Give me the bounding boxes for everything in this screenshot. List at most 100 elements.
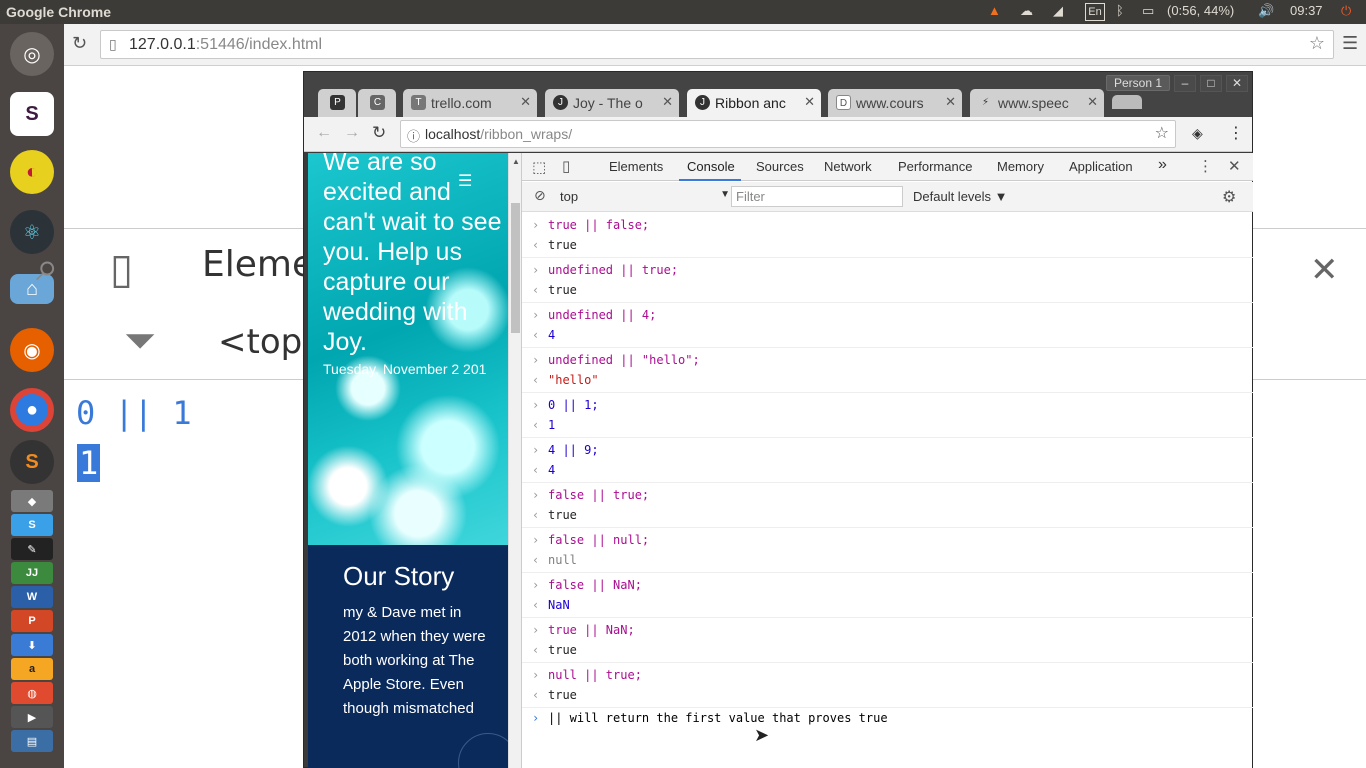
- tab-close-icon[interactable]: ✕: [520, 94, 531, 110]
- app-icon-1[interactable]: ◆: [11, 490, 53, 512]
- app-icon-7[interactable]: ◍: [11, 682, 53, 704]
- reload-icon[interactable]: ↻: [372, 123, 386, 143]
- download-icon[interactable]: ⬇: [11, 634, 53, 656]
- story-section: Our Story my & Dave met in 2012 when the…: [308, 545, 508, 768]
- console-settings-gear-icon[interactable]: ⚙: [1222, 187, 1236, 207]
- back-icon[interactable]: ←: [316, 124, 332, 142]
- tab-speed[interactable]: ⚡ www.speec ✕: [970, 89, 1104, 117]
- devtools-menu-icon[interactable]: ⋮: [1198, 157, 1213, 175]
- console-entry: › undefined || "hello"; ‹ "hello": [522, 348, 1253, 393]
- amazon-icon[interactable]: a: [11, 658, 53, 680]
- reload-icon[interactable]: ↻: [72, 33, 87, 54]
- tab-label: Joy - The o: [573, 95, 643, 111]
- app-icon-9[interactable]: ▤: [11, 730, 53, 752]
- wifi-icon[interactable]: ◢: [1053, 3, 1063, 19]
- console-prompt[interactable]: › || will return the first value that pro…: [522, 708, 1253, 728]
- console-input-text: false || null;: [548, 533, 650, 547]
- context-selector[interactable]: top ▼: [560, 187, 730, 207]
- firefox-icon[interactable]: ◉: [10, 328, 54, 372]
- tab-favicon: ⚡: [981, 97, 990, 108]
- slack-icon[interactable]: S: [10, 92, 54, 136]
- app-icon-3[interactable]: ✎: [11, 538, 53, 560]
- chrome-icon[interactable]: ●: [10, 388, 54, 432]
- console-output-text: true: [548, 283, 577, 297]
- tab-memory[interactable]: Memory: [997, 159, 1044, 174]
- more-tabs-button[interactable]: »: [1158, 156, 1167, 174]
- evernote-extension-icon[interactable]: ◈: [1192, 125, 1203, 142]
- hamburger-menu-icon[interactable]: ☰: [458, 171, 472, 191]
- maximize-button[interactable]: □: [1200, 75, 1222, 92]
- tab-trello[interactable]: Ttrello.com ✕: [403, 89, 537, 117]
- profile-badge[interactable]: Person 1: [1106, 75, 1170, 91]
- app-icon-4[interactable]: JJ: [11, 562, 53, 584]
- tab-application[interactable]: Application: [1069, 159, 1133, 174]
- tab-label: trello.com: [431, 95, 492, 111]
- console-input-text: undefined || true;: [548, 263, 679, 277]
- info-icon[interactable]: ⓘ: [407, 126, 420, 145]
- app-icon-8[interactable]: ▶: [11, 706, 53, 728]
- tab-label: Ribbon anc: [715, 95, 786, 111]
- inspect-element-icon[interactable]: ⬚: [532, 158, 546, 176]
- cloud-icon[interactable]: ☁: [1020, 3, 1033, 19]
- tab-network[interactable]: Network: [824, 159, 872, 174]
- console-output-line: ‹ NaN: [522, 595, 1253, 615]
- bluetooth-icon[interactable]: ᛒ: [1116, 3, 1124, 18]
- bookmark-star-icon[interactable]: ☆: [1309, 33, 1325, 54]
- tab-sources[interactable]: Sources: [756, 159, 804, 174]
- tab-performance[interactable]: Performance: [898, 159, 972, 174]
- tab-close-icon[interactable]: ✕: [1087, 94, 1098, 110]
- app-icon-5[interactable]: W: [11, 586, 53, 608]
- ubuntu-dash-icon[interactable]: ◎: [10, 32, 54, 76]
- clear-console-icon[interactable]: ⊘: [534, 187, 546, 204]
- address-bar[interactable]: ⓘ localhost/ribbon_wraps/ ☆: [400, 120, 1176, 148]
- console-filter-input[interactable]: Filter: [731, 186, 903, 207]
- console-entry: › 0 || 1; ‹ 1: [522, 393, 1253, 438]
- tab-label: www.cours: [856, 95, 924, 111]
- keyboard-layout-indicator[interactable]: En: [1085, 3, 1105, 21]
- new-tab-button[interactable]: [1112, 95, 1142, 109]
- device-toolbar-icon[interactable]: ▯: [562, 157, 570, 175]
- vlc-icon[interactable]: ▲: [988, 3, 1001, 18]
- bg-address-bar[interactable]: ▯ 127.0.0.1:51446/index.html ☆: [100, 30, 1334, 59]
- minimize-button[interactable]: –: [1174, 75, 1196, 92]
- power-icon[interactable]: ⏻: [1341, 3, 1351, 19]
- scroll-up-arrow-icon[interactable]: ▲: [512, 157, 520, 166]
- window-close-button[interactable]: ✕: [1226, 75, 1248, 92]
- log-levels-dropdown[interactable]: Default levels ▼: [913, 189, 1008, 204]
- tab-c[interactable]: C: [358, 89, 396, 117]
- tab-close-icon[interactable]: ✕: [662, 94, 673, 110]
- hero-image: We are so excited and can't wait to see …: [308, 153, 508, 545]
- battery-status[interactable]: (0:56, 44%): [1167, 3, 1234, 18]
- page-scrollbar[interactable]: ▲: [508, 153, 521, 768]
- console-entry: › false || null; ‹ null: [522, 528, 1253, 573]
- bookmark-star-icon[interactable]: ☆: [1155, 123, 1169, 143]
- app-icon-2[interactable]: S: [11, 514, 53, 536]
- console-input-text: true || false;: [548, 218, 650, 232]
- tab-ribbon[interactable]: J Ribbon anc ✕: [687, 89, 821, 117]
- tab-joy[interactable]: J Joy - The o ✕: [545, 89, 679, 117]
- tab-pinterest[interactable]: P: [318, 89, 356, 117]
- output-chevron-icon: ‹: [532, 643, 540, 657]
- forward-icon[interactable]: →: [344, 124, 360, 142]
- tab-elements[interactable]: Elements: [609, 159, 663, 174]
- tab-close-icon[interactable]: ✕: [804, 94, 815, 110]
- input-chevron-icon: ›: [532, 398, 540, 412]
- app-red-yellow-icon[interactable]: ◐: [10, 150, 54, 194]
- bg-browser-toolbar: ↻ ▯ 127.0.0.1:51446/index.html ☆ ☰: [64, 24, 1366, 66]
- app-icon-6[interactable]: P: [11, 610, 53, 632]
- scrollbar-thumb[interactable]: [511, 203, 520, 333]
- clock[interactable]: 09:37: [1290, 3, 1323, 18]
- chrome-menu-icon[interactable]: ⋮: [1228, 123, 1244, 143]
- sublime-icon[interactable]: S: [10, 440, 54, 484]
- tab-close-icon[interactable]: ✕: [945, 94, 956, 110]
- web-page: We are so excited and can't wait to see …: [308, 153, 508, 768]
- tab-courses[interactable]: Dwww.cours ✕: [828, 89, 962, 117]
- battery-icon[interactable]: ▭: [1142, 3, 1154, 19]
- chrome-menu-icon[interactable]: ☰: [1342, 33, 1358, 54]
- console-prompt-text[interactable]: || will return the first value that prov…: [548, 711, 888, 725]
- volume-icon[interactable]: 🔊: [1258, 3, 1274, 19]
- tab-console[interactable]: Console: [687, 159, 735, 174]
- decorative-circle: [458, 733, 508, 768]
- console-entry: › false || NaN; ‹ NaN: [522, 573, 1253, 618]
- devtools-close-icon[interactable]: ✕: [1228, 157, 1241, 175]
